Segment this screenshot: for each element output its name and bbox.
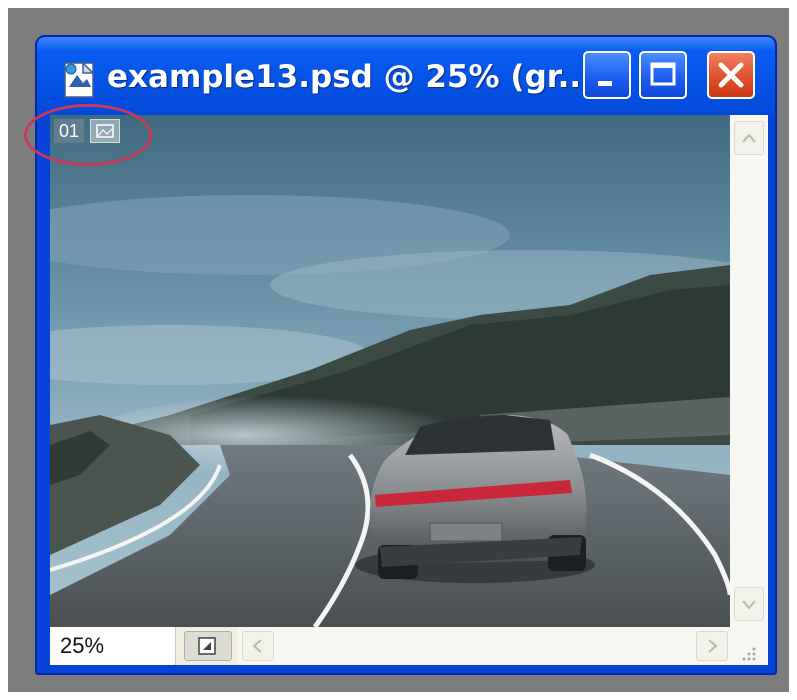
document-canvas[interactable] — [50, 115, 730, 627]
close-icon — [718, 62, 744, 88]
scroll-left-button[interactable] — [242, 631, 274, 661]
maximize-button[interactable] — [639, 51, 687, 99]
scroll-up-button[interactable] — [734, 121, 764, 155]
title-bar[interactable]: example13.psd @ 25% (gr... — [37, 37, 775, 115]
resize-grip-icon[interactable] — [740, 645, 760, 663]
maximize-icon — [650, 62, 676, 86]
close-button[interactable] — [707, 51, 755, 99]
scroll-right-button[interactable] — [696, 631, 728, 661]
minimize-icon — [598, 81, 612, 86]
chevron-down-icon — [742, 600, 756, 610]
highlight-ring — [24, 104, 152, 166]
chevron-left-icon — [252, 639, 262, 653]
photoshop-document-icon — [64, 61, 95, 98]
chevron-right-icon — [708, 639, 718, 653]
minimize-button[interactable] — [583, 51, 631, 99]
vertical-scrollbar[interactable] — [730, 115, 768, 627]
window-title: example13.psd @ 25% (gr... — [107, 59, 593, 95]
chevron-up-icon — [742, 133, 756, 143]
horizontal-scrollbar[interactable] — [238, 627, 768, 665]
car-photo — [50, 115, 730, 627]
scroll-down-button[interactable] — [734, 587, 764, 621]
status-menu-button[interactable] — [184, 631, 232, 661]
status-menu-icon — [198, 637, 216, 655]
status-bar: 25% — [50, 627, 768, 665]
zoom-field[interactable]: 25% — [50, 627, 176, 665]
